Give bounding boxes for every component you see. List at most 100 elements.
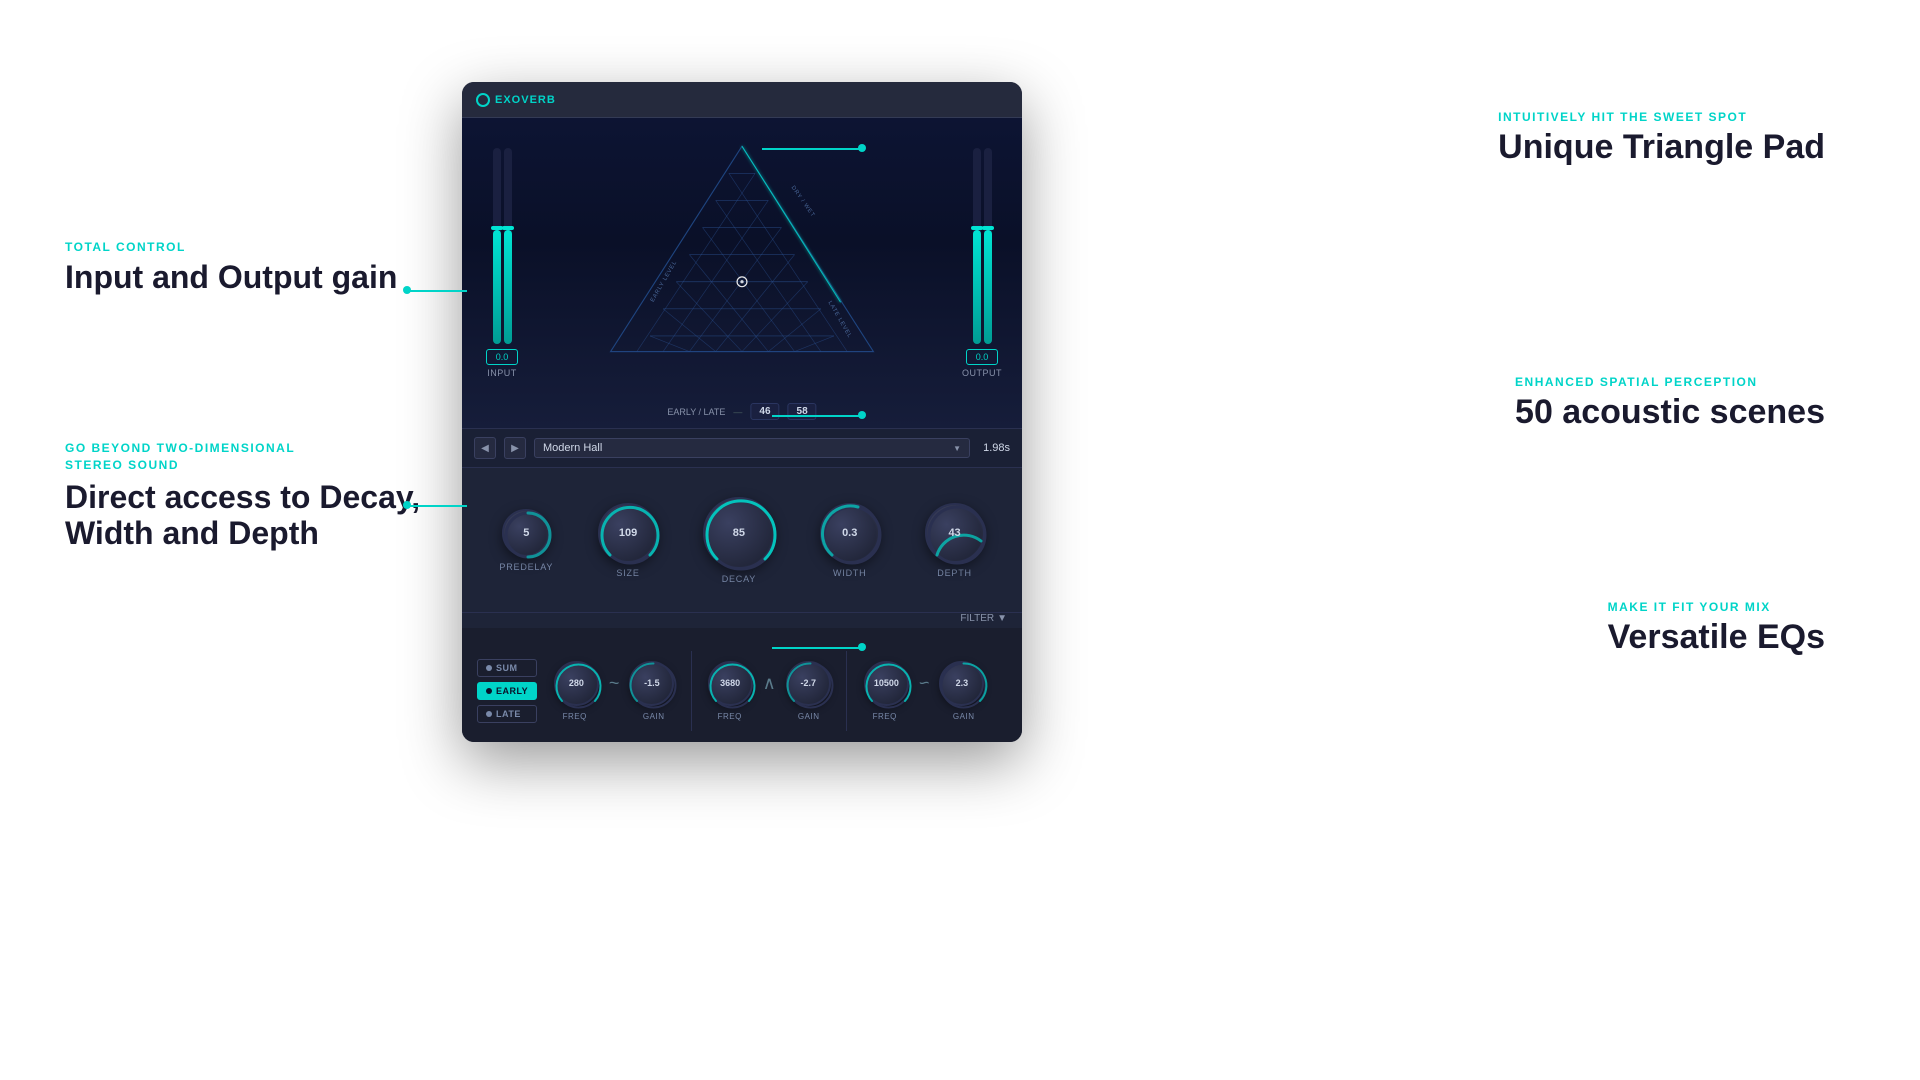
connector-left-2	[407, 505, 467, 507]
eq-band-1-freq-label: FREQ	[552, 712, 597, 721]
width-knob[interactable]: 0.3	[820, 503, 880, 563]
input-label: INPUT	[487, 368, 517, 378]
connector-right-3	[772, 647, 862, 649]
right-subtitle-1: INTUITIVELY HIT THE SWEET SPOT	[1498, 110, 1825, 124]
eq-band-1: 280 ~ -1.5 FREQ GAIN	[552, 661, 676, 721]
eq-band-3-freq-knob[interactable]: 10500	[864, 661, 909, 706]
scene-dropdown[interactable]: Modern Hall ▼	[534, 438, 970, 458]
right-annotation-2: ENHANCED SPATIAL PERCEPTION 50 acoustic …	[1515, 375, 1825, 431]
width-value: 0.3	[842, 527, 857, 539]
connector-right-1	[762, 148, 862, 150]
dot-right-1	[858, 144, 866, 152]
dot-right-2	[858, 411, 866, 419]
scene-bar: ◀ ▶ Modern Hall ▼ 1.98s	[462, 428, 1022, 468]
connector-left-1	[407, 290, 467, 292]
filter-arrow: ▼	[997, 613, 1007, 624]
eq-band-3-gain-knob[interactable]: 2.3	[939, 661, 984, 706]
eq-band-1-icon: ~	[609, 673, 620, 694]
scene-name: Modern Hall	[543, 442, 602, 454]
size-label: SIZE	[616, 568, 639, 578]
eq-divider-1	[691, 651, 692, 731]
dot-right-3	[858, 643, 866, 651]
controls-container: 5 PREDELAY 109 SIZE	[462, 468, 1022, 628]
plugin-logo: EXOVERB	[476, 93, 556, 107]
right-title-3: Versatile EQs	[1608, 619, 1825, 656]
eq-sum-button[interactable]: SUM	[477, 659, 537, 677]
early-late-label: EARLY / LATE	[667, 407, 725, 417]
eq-band-3-gain-value: 2.3	[956, 678, 969, 688]
scene-prev-button[interactable]: ◀	[474, 437, 496, 459]
right-subtitle-2: ENHANCED SPATIAL PERCEPTION	[1515, 375, 1825, 389]
decay-group: 85 DECAY	[703, 497, 775, 584]
input-slider-bar-2[interactable]	[504, 148, 512, 344]
filter-label: FILTER	[960, 613, 994, 624]
eq-band-1-gain-label: GAIN	[631, 712, 676, 721]
eq-band-2-freq-knob[interactable]: 3680	[708, 661, 753, 706]
eq-buttons: SUM EARLY LATE	[477, 659, 537, 723]
predelay-knob[interactable]: 5	[502, 509, 550, 557]
connector-right-2	[772, 415, 862, 417]
triangle-pad[interactable]: DRY / WET EARLY LEVEL LATE LEVEL	[562, 138, 922, 368]
eq-band-3-freq-label: FREQ	[862, 712, 907, 721]
main-visualizer[interactable]: 0.0 INPUT	[462, 118, 1022, 428]
eq-band-3-labels: FREQ GAIN	[862, 712, 986, 721]
depth-knob[interactable]: 43	[925, 503, 985, 563]
logo-icon	[476, 93, 490, 107]
eq-section: SUM EARLY LATE	[462, 628, 1022, 742]
eq-band-2-freq-value: 3680	[720, 678, 740, 688]
svg-text:LATE LEVEL: LATE LEVEL	[827, 300, 853, 339]
eq-late-button[interactable]: LATE	[477, 705, 537, 723]
controls-section: 5 PREDELAY 109 SIZE	[462, 468, 1022, 613]
decay-knob[interactable]: 85	[703, 497, 775, 569]
input-slider-section: 0.0 INPUT	[472, 148, 532, 378]
dot-left-2	[403, 501, 411, 509]
sum-dot	[486, 665, 492, 671]
svg-text:DRY / WET: DRY / WET	[790, 185, 816, 219]
svg-text:EARLY LEVEL: EARLY LEVEL	[650, 260, 679, 304]
decay-value: 85	[733, 527, 745, 539]
eq-band-1-gain-value: -1.5	[644, 678, 660, 688]
output-value: 0.0	[966, 349, 998, 365]
eq-early-button[interactable]: EARLY	[477, 682, 537, 700]
scene-time: 1.98s	[983, 442, 1010, 454]
early-value[interactable]: 46	[750, 403, 779, 420]
decay-label: DECAY	[722, 574, 756, 584]
eq-band-2: 3680 ∧ -2.7 FREQ GAIN	[707, 661, 831, 721]
plugin-title: EXOVERB	[495, 94, 556, 106]
eq-band-2-freq-label: FREQ	[707, 712, 752, 721]
size-group: 109 SIZE	[598, 503, 658, 578]
input-slider-bar-1[interactable]	[493, 148, 501, 344]
output-slider-bar-1[interactable]	[973, 148, 981, 344]
depth-value: 43	[948, 527, 960, 539]
eq-band-2-gain-label: GAIN	[786, 712, 831, 721]
filter-button[interactable]: FILTER ▼	[960, 613, 1007, 624]
predelay-value: 5	[523, 527, 529, 539]
width-label: WIDTH	[833, 568, 867, 578]
size-knob[interactable]: 109	[598, 503, 658, 563]
depth-group: 43 DEPTH	[925, 503, 985, 578]
late-dot	[486, 711, 492, 717]
late-value[interactable]: 58	[788, 403, 817, 420]
eq-row: SUM EARLY LATE	[477, 638, 1007, 742]
early-label: EARLY	[496, 686, 528, 696]
plugin-titlebar: EXOVERB	[462, 82, 1022, 118]
eq-band-2-gain-knob[interactable]: -2.7	[786, 661, 831, 706]
input-value: 0.0	[486, 349, 518, 365]
eq-band-1-freq-value: 280	[569, 678, 584, 688]
eq-band-2-labels: FREQ GAIN	[707, 712, 831, 721]
eq-band-1-freq-knob[interactable]: 280	[554, 661, 599, 706]
scene-next-button[interactable]: ▶	[504, 437, 526, 459]
output-slider-bar-2[interactable]	[984, 148, 992, 344]
predelay-group: 5 PREDELAY	[499, 509, 553, 572]
left-title-1: Input and Output gain	[65, 259, 397, 296]
predelay-label: PREDELAY	[499, 562, 553, 572]
left-annotation-2: GO BEYOND TWO-DIMENSIONALSTEREO SOUND Di…	[65, 440, 420, 552]
eq-band-2-knobs: 3680 ∧ -2.7	[708, 661, 831, 706]
late-label: LATE	[496, 709, 521, 719]
filter-row: FILTER ▼	[462, 613, 1022, 628]
right-subtitle-3: MAKE IT FIT YOUR MIX	[1608, 600, 1825, 614]
output-label: OUTPUT	[962, 368, 1002, 378]
output-slider-section: 0.0 OUTPUT	[952, 148, 1012, 378]
eq-band-1-gain-knob[interactable]: -1.5	[629, 661, 674, 706]
width-group: 0.3 WIDTH	[820, 503, 880, 578]
